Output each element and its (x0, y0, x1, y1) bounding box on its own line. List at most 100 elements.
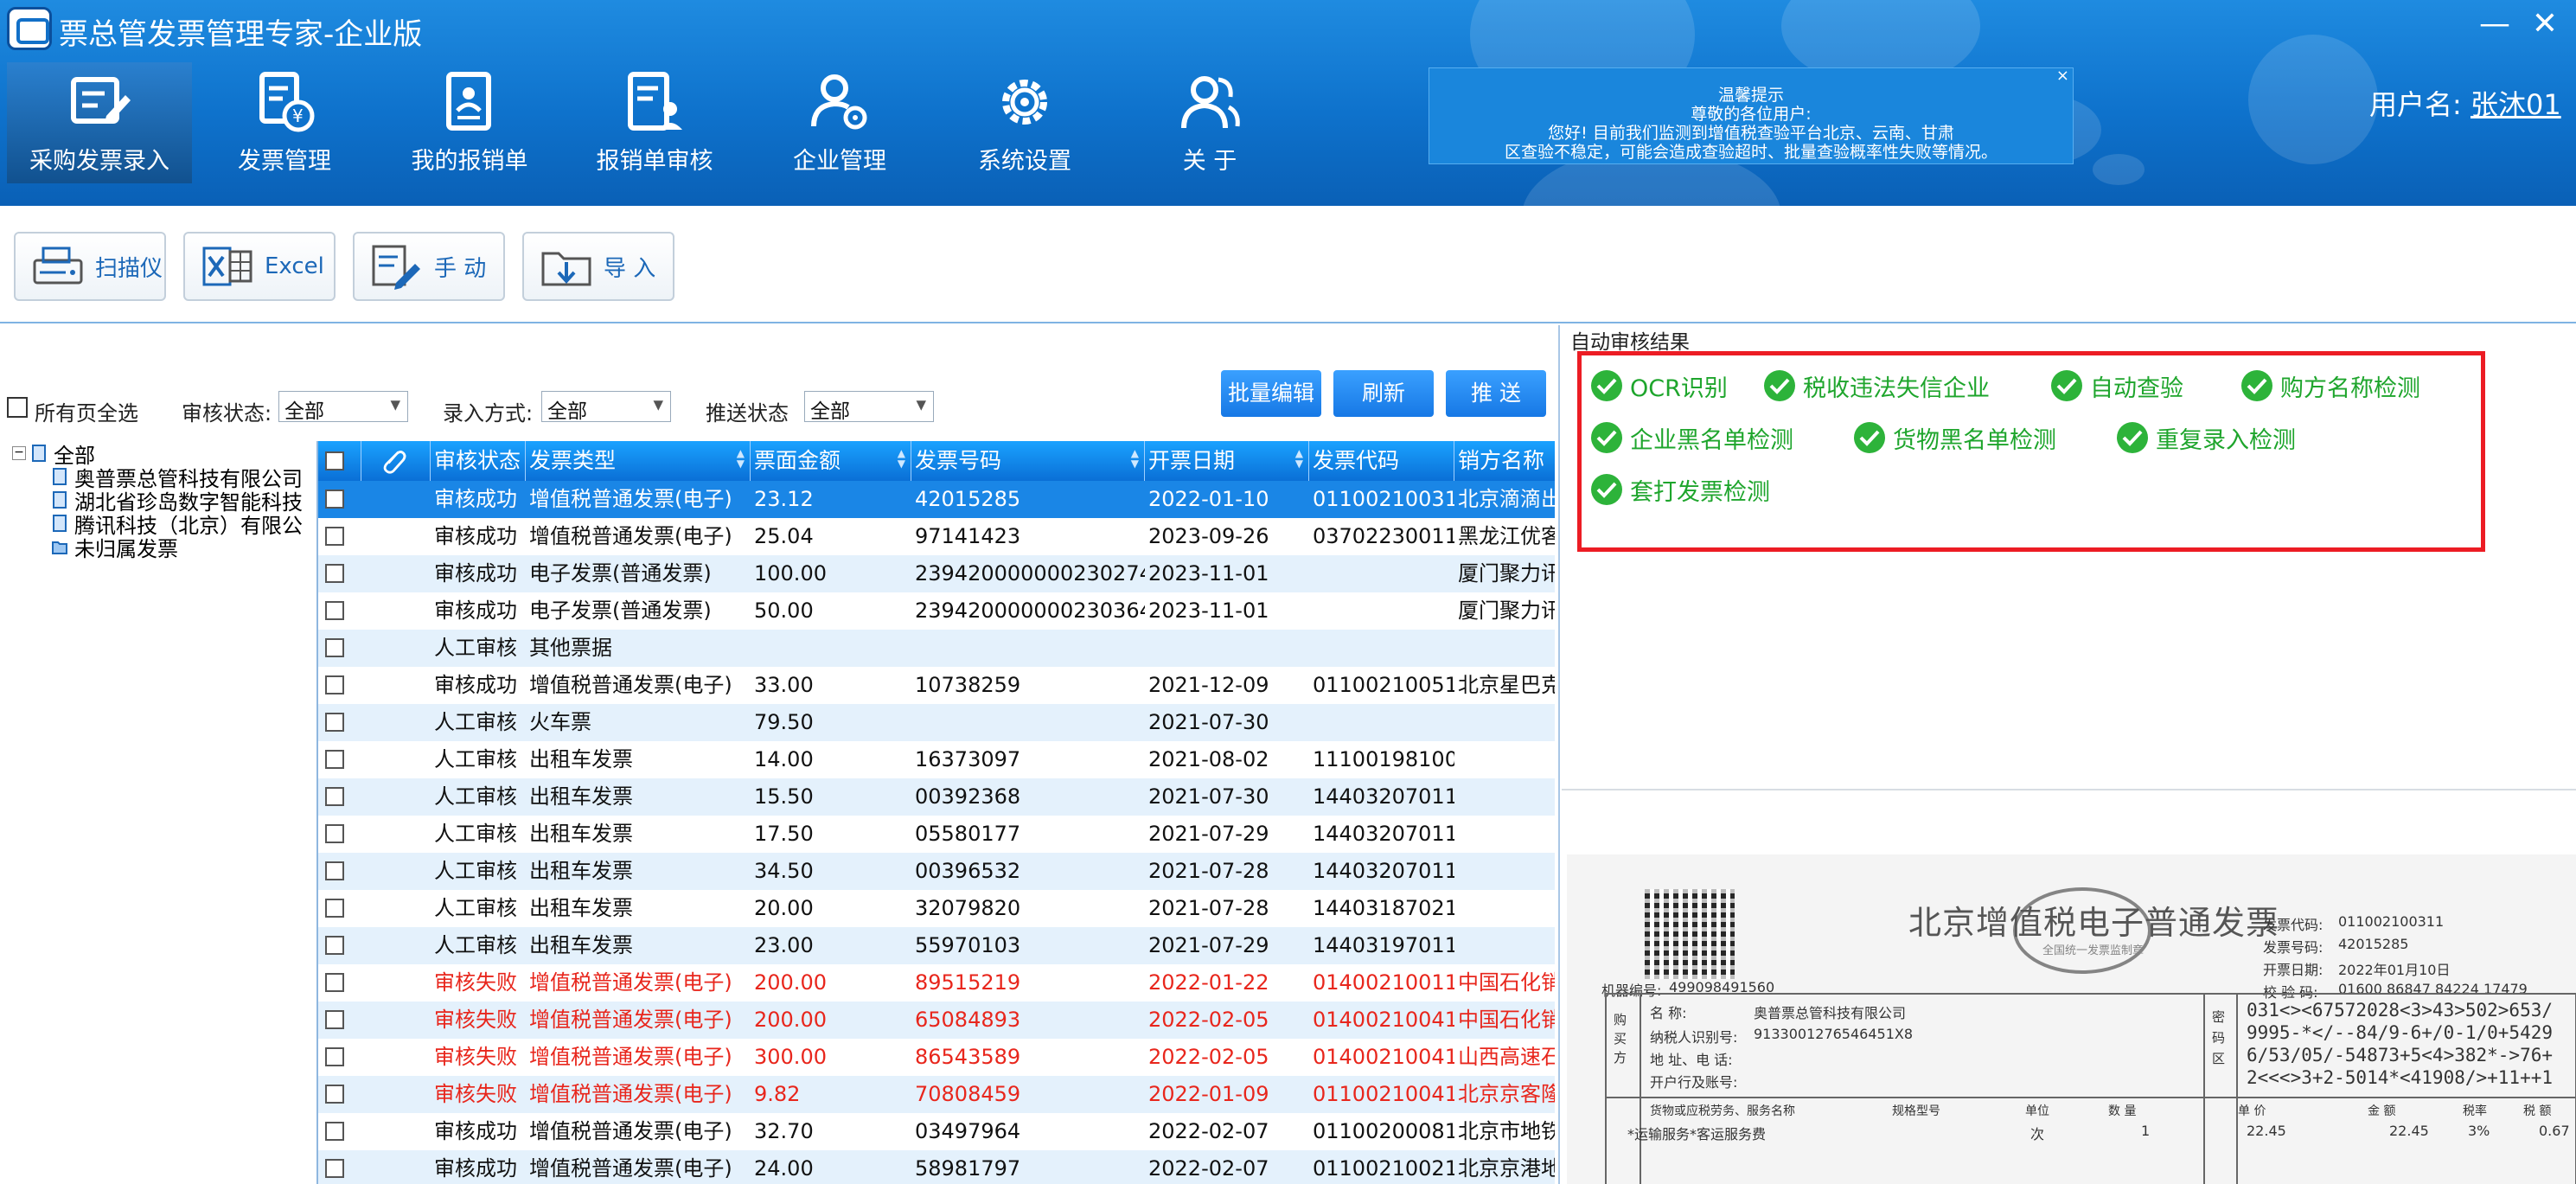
table-row[interactable]: 审核成功 增值税普通发票(电子) 23.12 42015285 2022-01-10 01… (318, 481, 1555, 518)
row-checkbox[interactable] (325, 1085, 344, 1104)
refresh-button[interactable]: 刷新 (1333, 370, 1434, 417)
excel-button[interactable]: Excel (183, 232, 336, 301)
check-circle-icon (2117, 422, 2148, 453)
row-checkbox[interactable] (325, 1010, 344, 1029)
cell-date: 2021-07-30 (1148, 710, 1269, 734)
nav-my-expense-report[interactable]: 我的报销单 (377, 62, 562, 183)
scanner-button[interactable]: 扫描仪 (14, 232, 166, 301)
header-label: 发票类型 (529, 448, 617, 473)
collapse-toggle-icon[interactable]: − (12, 446, 26, 460)
row-checkbox[interactable] (325, 1122, 344, 1141)
cell-amount: 33.00 (754, 673, 814, 697)
row-checkbox[interactable] (325, 824, 344, 843)
nav-purchase-invoice-entry[interactable]: 采购发票录入 (7, 62, 192, 183)
attachment-header[interactable] (361, 441, 431, 481)
tree-label: 未归属发票 (74, 536, 178, 561)
table-row[interactable]: 审核成功电子发票(普通发票) 100.00 23942000000023027439… (318, 555, 1555, 592)
table-row[interactable]: 人工审核 火车票 79.50 2021-07-30 (318, 704, 1555, 741)
push-status-select[interactable]: 全部 (804, 391, 934, 423)
table-row[interactable]: 审核成功 增值税普通发票(电子) 24.00 58981797 2022-02-07 01… (318, 1150, 1555, 1184)
row-checkbox[interactable] (325, 601, 344, 620)
nav-expense-report-review[interactable]: 报销单审核 (562, 62, 747, 183)
buyer-name-label: 名 称: (1650, 1005, 1687, 1021)
username-link[interactable]: 张沐01 (2471, 88, 2561, 121)
import-button[interactable]: 导 入 (522, 232, 674, 301)
invoice-code-label: 发票代码: (2263, 917, 2324, 933)
header-seller-name[interactable]: 销方名称 (1454, 441, 1555, 481)
nav-enterprise-management[interactable]: 企业管理 (747, 62, 932, 183)
row-checkbox[interactable] (325, 973, 344, 992)
buyer-side-label: 购买方 (1614, 1012, 1627, 1066)
table-row[interactable]: 人工审核 出租车发票 15.50 00392368 2021-07-30 14403207… (318, 778, 1555, 816)
row-checkbox[interactable] (325, 675, 344, 694)
header-invoice-type[interactable]: 发票类型 ▲ ▼ (526, 441, 751, 481)
table-row[interactable]: 审核失败 增值税普通发票(电子) 200.00 65084893 2022-02-05 0… (318, 1002, 1555, 1039)
cell-number: 23942000000023036437 (915, 598, 1145, 623)
row-checkbox[interactable] (325, 899, 344, 918)
invoice-image-preview[interactable]: 北京增值税电子普通发票 全国统一发票监制章 发票代码: 011002100311… (1567, 854, 2576, 1184)
toolbar: 扫描仪 Excel 手 动 导 入 (0, 206, 2576, 323)
cell-code (1309, 555, 1454, 592)
tree-node-unassigned[interactable]: 未归属发票 (52, 534, 178, 561)
header-invoice-number[interactable]: 发票号码 ▲ ▼ (911, 441, 1145, 481)
row-checkbox[interactable] (325, 787, 344, 806)
audit-status-select[interactable]: 全部 (278, 391, 408, 423)
row-checkbox[interactable] (325, 490, 344, 509)
cell-amount: 200.00 (754, 1008, 827, 1032)
table-row[interactable]: 人工审核 出租车发票 17.50 05580177 2021-07-29 14403207… (318, 816, 1555, 853)
table-row[interactable]: 审核失败 增值税普通发票(电子) 200.00 89515219 2022-01-22 0… (318, 964, 1555, 1002)
batch-edit-button[interactable]: 批量编辑 (1221, 370, 1321, 417)
cell-code: 014002100411 (1313, 1008, 1454, 1032)
table-row[interactable]: 人工审核 出租车发票 23.00 55970103 2021-07-29 14403197… (318, 927, 1555, 964)
cell-code: 011002100211 (1313, 1156, 1454, 1181)
row-checkbox[interactable] (325, 750, 344, 769)
cell-amount: 300.00 (754, 1045, 827, 1069)
header-amount[interactable]: 票面金额 ▲ ▼ (751, 441, 911, 481)
document-icon (32, 445, 46, 462)
row-checkbox[interactable] (325, 527, 344, 546)
row-checkbox[interactable] (325, 713, 344, 732)
buyer-name: 奥普票总管科技有限公司 (1754, 1005, 1907, 1021)
manual-entry-button[interactable]: 手 动 (353, 232, 505, 301)
select-all-checkbox[interactable] (7, 397, 28, 418)
table-row[interactable]: 审核失败 增值税普通发票(电子) 9.82 70808459 2022-01-09 011… (318, 1076, 1555, 1113)
close-window-button[interactable]: ✕ (2523, 5, 2566, 43)
table-row[interactable]: 人工审核 出租车发票 20.00 32079820 2021-07-28 14403187… (318, 890, 1555, 927)
cell-code: 011002100311 (1313, 487, 1454, 511)
notice-close-button[interactable]: × (2056, 67, 2069, 86)
header-invoice-code[interactable]: 发票代码 (1309, 441, 1454, 481)
table-row[interactable]: 审核成功 增值税普通发票(电子) 32.70 03497964 2022-02-07 01… (318, 1113, 1555, 1150)
cell-date: 2023-09-26 (1148, 524, 1269, 548)
row-checkbox[interactable] (325, 564, 344, 583)
select-all-label: 所有页全选 (35, 401, 138, 426)
push-button[interactable]: 推 送 (1446, 370, 1546, 417)
cell-number: 89515219 (915, 970, 1021, 995)
table-row[interactable]: 人工审核 出租车发票 34.50 00396532 2021-07-28 14403207… (318, 853, 1555, 890)
user-gear-icon (811, 74, 867, 130)
table-row[interactable]: 人工审核 其他票据 (318, 630, 1555, 667)
table-row[interactable]: 审核成功电子发票(普通发票) 50.00 239420000000230364372… (318, 592, 1555, 630)
cell-amount: 24.00 (754, 1156, 814, 1181)
price-column-header: 单 价 (2238, 1104, 2266, 1118)
row-checkbox[interactable] (325, 638, 344, 657)
nav-system-settings[interactable]: 系统设置 (932, 62, 1117, 183)
table-row[interactable]: 人工审核 出租车发票 14.00 16373097 2021-08-02 11100198… (318, 741, 1555, 778)
header-issue-date[interactable]: 开票日期 ▲ ▼ (1145, 441, 1309, 481)
nav-about[interactable]: 关 于 (1117, 62, 1302, 183)
row-checkbox[interactable] (325, 1159, 344, 1178)
table-row[interactable]: 审核成功 增值税普通发票(电子) 33.00 10738259 2021-12-09 01… (318, 667, 1555, 704)
row-checkbox[interactable] (325, 1047, 344, 1066)
invoice-list-panel: 所有页全选 审核状态: 全部 录入方式: 全部 推送状态 全部 批量编辑 刷新 … (0, 325, 1560, 1184)
entry-method-select[interactable]: 全部 (541, 391, 671, 423)
table-row[interactable]: 审核成功 增值税普通发票(电子) 25.04 97141423 2023-09-26 03… (318, 518, 1555, 555)
invoice-seal: 全国统一发票监制章 (2013, 887, 2151, 974)
row-checkbox[interactable] (325, 861, 344, 880)
header-checkbox[interactable] (325, 451, 344, 470)
minimize-button[interactable]: — (2473, 5, 2516, 43)
cipher-line: 9995-*</--84/9-6+/0-1/0+5429 (2247, 1022, 2554, 1043)
header-audit-status[interactable]: 审核状态 (431, 441, 526, 481)
cell-status: 审核成功 (434, 561, 517, 586)
row-checkbox[interactable] (325, 936, 344, 955)
nav-invoice-management[interactable]: ¥ 发票管理 (192, 62, 377, 183)
table-row[interactable]: 审核失败 增值税普通发票(电子) 300.00 86543589 2022-02-05 0… (318, 1039, 1555, 1076)
